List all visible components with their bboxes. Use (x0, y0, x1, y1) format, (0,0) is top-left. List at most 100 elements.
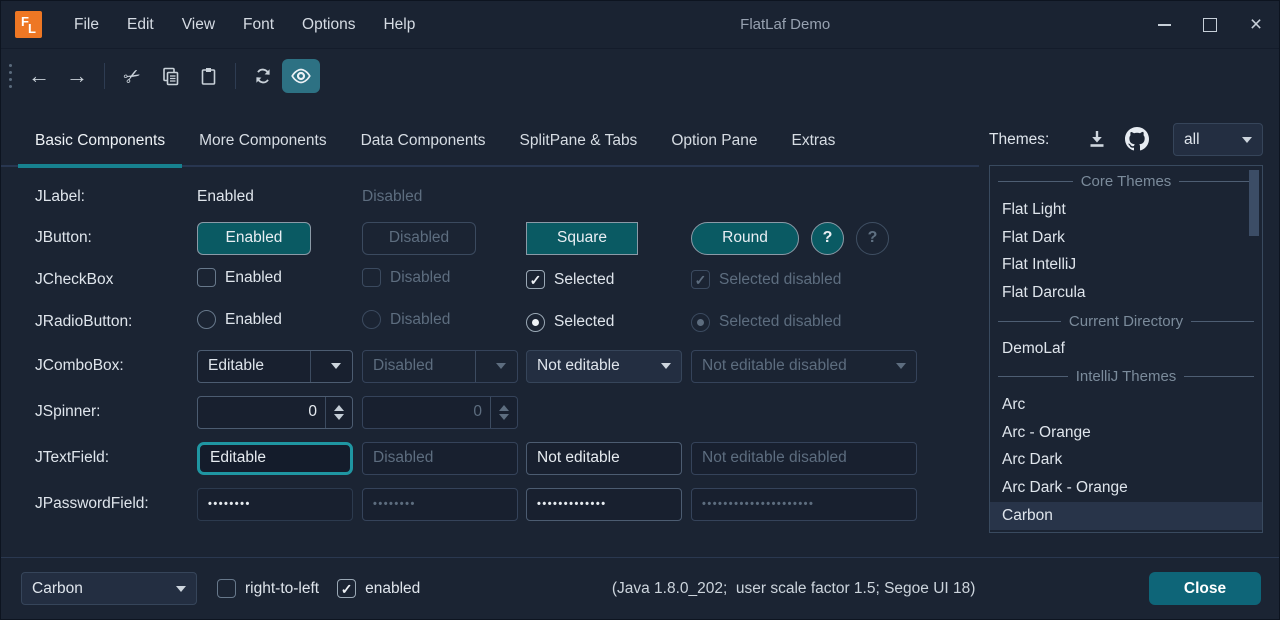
theme-list-item[interactable]: Arc Dark - Orange (990, 474, 1262, 502)
tab-data-components[interactable]: Data Components (344, 114, 503, 167)
github-icon (1125, 127, 1149, 151)
jcheckbox-row-label: JCheckBox (35, 271, 197, 289)
eye-toggle-button[interactable] (282, 59, 320, 93)
square-button[interactable]: Square (526, 222, 638, 255)
checkbox-checked-icon: ✓ (526, 270, 545, 289)
spinner-up-icon (499, 405, 509, 411)
radio-selected-icon (691, 313, 710, 332)
menu-options[interactable]: Options (288, 1, 369, 48)
theme-list-item[interactable]: Carbon (990, 502, 1262, 530)
forward-button[interactable]: → (58, 59, 96, 93)
theme-list-item[interactable]: Flat Dark (990, 224, 1262, 252)
enabled-button[interactable]: Enabled (197, 222, 311, 255)
theme-list-item[interactable]: Arc - Orange (990, 419, 1262, 447)
jspinner-row-label: JSpinner: (35, 403, 197, 421)
copy-icon (161, 67, 180, 86)
checkbox-icon: ✓ (362, 268, 381, 287)
theme-list-item[interactable]: Flat Light (990, 196, 1262, 224)
refresh-icon (253, 66, 273, 86)
jtextfield-row-label: JTextField: (35, 449, 197, 467)
tab-more-components[interactable]: More Components (182, 114, 344, 167)
menu-file[interactable]: File (60, 1, 113, 48)
close-button[interactable]: Close (1149, 572, 1261, 605)
tab-option-pane[interactable]: Option Pane (654, 114, 774, 167)
jlabel-row-label: JLabel: (35, 188, 197, 206)
disabled-button[interactable]: Disabled (362, 222, 476, 255)
help-button-disabled[interactable]: ? (856, 222, 889, 255)
status-bar: Carbon ✓ right-to-left ✓ enabled (Java 1… (1, 557, 1279, 619)
minimize-icon (1158, 24, 1171, 26)
spinner-up-icon[interactable] (334, 405, 344, 411)
jtextfield-row: JTextField: (35, 435, 979, 481)
help-button[interactable]: ? (811, 222, 844, 255)
theme-list-item[interactable]: DemoLaf (990, 335, 1262, 363)
cut-button[interactable]: ✂ (113, 59, 151, 93)
textfield-not-editable (526, 442, 682, 475)
theme-combobox[interactable]: Carbon (21, 572, 197, 605)
theme-list-item[interactable]: Flat Darcula (990, 279, 1262, 307)
back-button[interactable]: ← (20, 59, 58, 93)
checkbox-icon: ✓ (217, 579, 236, 598)
radio-icon (362, 310, 381, 329)
menu-help[interactable]: Help (369, 1, 429, 48)
minimize-button[interactable] (1141, 1, 1187, 48)
combobox-disabled: Disabled (362, 350, 518, 383)
passwordfield-enabled[interactable] (197, 488, 353, 521)
spinner-input (363, 403, 490, 421)
refresh-button[interactable] (244, 59, 282, 93)
spinner-input[interactable] (198, 403, 325, 421)
title-bar: FL FileEditViewFontOptionsHelp FlatLaf D… (1, 1, 1279, 49)
github-link-button[interactable] (1125, 127, 1149, 151)
right-to-left-checkbox[interactable]: ✓ right-to-left (217, 579, 319, 598)
textfield-editable[interactable] (197, 442, 353, 475)
jpasswordfield-row: JPasswordField: (35, 481, 979, 527)
chevron-down-icon (896, 363, 906, 369)
tab-basic-components[interactable]: Basic Components (18, 114, 182, 167)
combobox-editable[interactable]: Editable (197, 350, 353, 383)
radio-selected-icon (526, 313, 545, 332)
maximize-button[interactable] (1187, 1, 1233, 48)
jbutton-row-label: JButton: (35, 229, 197, 247)
close-window-button[interactable]: × (1233, 1, 1279, 48)
paste-icon (199, 67, 218, 86)
window-controls: × (1141, 1, 1279, 48)
radio-selected-disabled: Selected disabled (691, 313, 841, 332)
theme-list-item[interactable]: Arc Dark (990, 446, 1262, 474)
radio-selected[interactable]: Selected (526, 313, 614, 332)
radio-enabled[interactable]: Enabled (197, 310, 282, 329)
themes-filter-combobox[interactable]: all (1173, 123, 1263, 156)
eye-icon (291, 68, 311, 84)
spinner-enabled[interactable] (197, 396, 353, 429)
spinner-down-icon[interactable] (334, 414, 344, 420)
theme-list-item[interactable]: Arc (990, 391, 1262, 419)
combobox-not-editable-disabled: Not editable disabled (691, 350, 917, 383)
checkbox-selected[interactable]: ✓Selected (526, 270, 614, 289)
menu-edit[interactable]: Edit (113, 1, 168, 48)
checkbox-enabled[interactable]: ✓Enabled (197, 268, 282, 287)
paste-button[interactable] (189, 59, 227, 93)
tab-strip: Basic ComponentsMore ComponentsData Comp… (1, 114, 979, 167)
textfield-not-editable-disabled (691, 442, 917, 475)
chevron-down-icon (176, 586, 186, 592)
passwordfield-not-editable (526, 488, 682, 521)
combobox-not-editable[interactable]: Not editable (526, 350, 682, 383)
checkbox-disabled: ✓Disabled (362, 268, 450, 287)
theme-list-scrollbar[interactable] (1249, 170, 1259, 236)
enabled-checkbox[interactable]: ✓ enabled (337, 579, 420, 598)
menu-view[interactable]: View (168, 1, 229, 48)
checkbox-selected-disabled: ✓Selected disabled (691, 270, 841, 289)
radio-icon (197, 310, 216, 329)
round-button[interactable]: Round (691, 222, 799, 255)
passwordfield-disabled (362, 488, 518, 521)
tab-extras[interactable]: Extras (775, 114, 853, 167)
theme-list-item[interactable]: Flat IntelliJ (990, 252, 1262, 280)
toolbar-drag-grip[interactable] (9, 64, 12, 88)
back-icon: ← (28, 65, 50, 87)
copy-button[interactable] (151, 59, 189, 93)
tab-splitpane-tabs[interactable]: SplitPane & Tabs (503, 114, 655, 167)
download-themes-button[interactable] (1087, 129, 1107, 149)
toolbar-separator (104, 63, 105, 89)
menu-font[interactable]: Font (229, 1, 288, 48)
theme-group-separator: IntelliJ Themes (990, 363, 1262, 391)
menubar: FileEditViewFontOptionsHelp (60, 1, 429, 48)
